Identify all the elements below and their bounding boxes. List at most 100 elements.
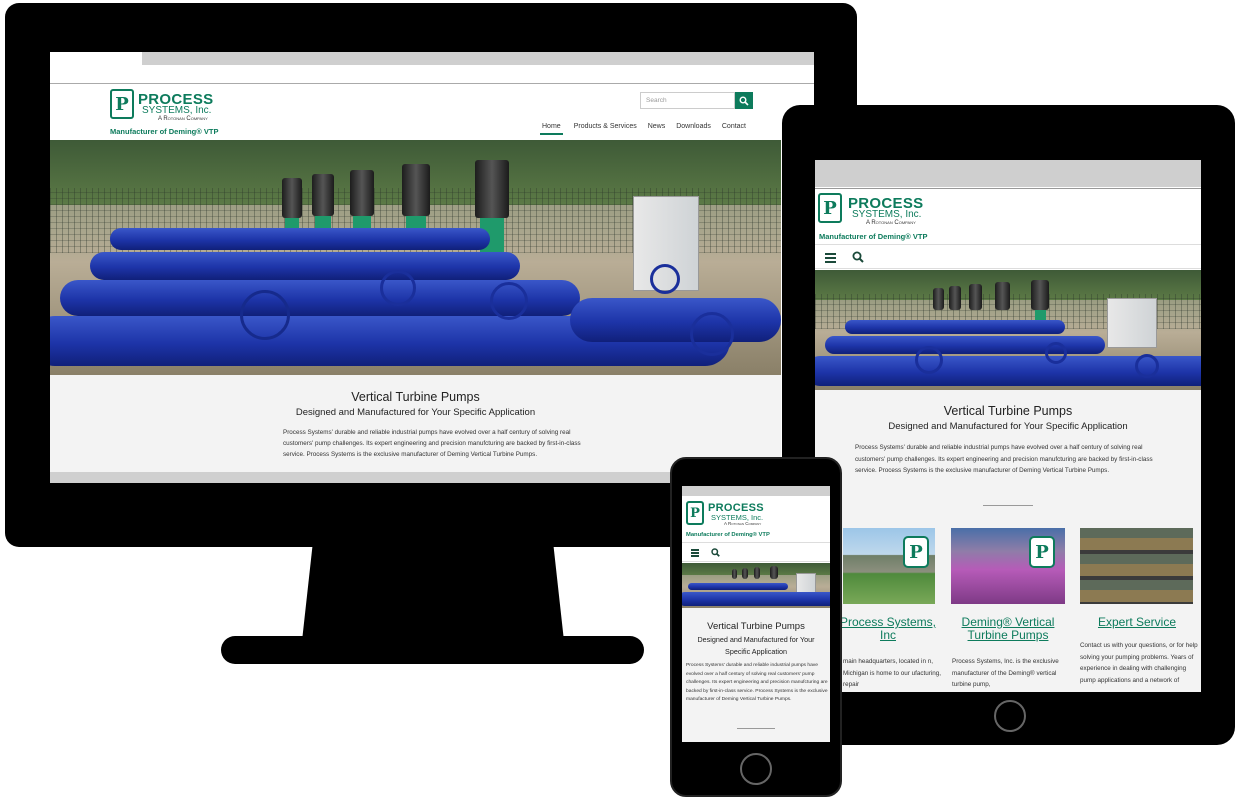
hero-pipe — [682, 592, 830, 606]
logo-mark-icon: P — [1029, 536, 1055, 568]
phone-hero-image — [682, 563, 830, 608]
nav-item-downloads[interactable]: Downloads — [676, 123, 711, 135]
tablet-browser-bar — [815, 160, 1201, 187]
search-icon[interactable] — [711, 548, 720, 557]
hero-valve-wheel — [1135, 354, 1159, 378]
hero-valve-wheel — [915, 346, 943, 374]
tile-text-service: Contact us with your questions, or for h… — [1080, 642, 1198, 684]
intro-title: Vertical Turbine Pumps — [707, 621, 805, 632]
tablet-tagline: Manufacturer of Deming® VTP — [819, 232, 928, 241]
hero-motor — [754, 567, 760, 579]
hero-valve-wheel — [490, 282, 528, 320]
monitor-stand-base — [221, 636, 644, 664]
nav-item-contact[interactable]: Contact — [722, 123, 746, 135]
tile-image-service[interactable] — [1080, 528, 1193, 604]
tablet-logo[interactable]: P PROCESS SYSTEMS, Inc. A Rotonan Compan… — [818, 192, 928, 228]
logo-word-3: A Rotonan Company — [724, 521, 762, 526]
monitor-stand-neck — [302, 546, 564, 641]
logo-word-2: SYSTEMS, Inc. — [852, 209, 922, 220]
hero-motor — [475, 160, 509, 218]
nav-item-home[interactable]: Home — [540, 123, 563, 135]
hero-motor — [995, 282, 1010, 310]
hero-pipe — [110, 228, 490, 250]
hero-motor — [742, 568, 748, 579]
phone-logo[interactable]: P PROCESS SYSTEMS, Inc. A Rotonan Compan… — [686, 500, 776, 530]
search-input[interactable]: Search — [640, 92, 735, 109]
tile-title-headquarters[interactable]: Process Systems, Inc — [833, 616, 943, 641]
nav-item-news[interactable]: News — [648, 123, 666, 135]
hero-motor — [949, 286, 961, 310]
hero-motor — [1031, 280, 1049, 310]
search-icon — [739, 96, 749, 106]
tile-title-pumps[interactable]: Deming® Vertical Turbine Pumps — [951, 616, 1065, 641]
tile-text-headquarters: main headquarters, located in n, Michiga… — [843, 658, 942, 688]
phone-home-button[interactable] — [740, 753, 772, 785]
logo[interactable]: P PROCESS SYSTEMS, Inc. A Rotonan Compan… — [110, 88, 220, 124]
hero-cabinet — [796, 573, 816, 593]
tile-image-pumps[interactable]: P — [951, 528, 1065, 604]
section-divider — [983, 505, 1033, 506]
logo-word-2: SYSTEMS, Inc. — [142, 105, 212, 116]
hero-valve-wheel — [690, 312, 734, 356]
search-icon[interactable] — [852, 251, 864, 263]
phone-browser-bar — [682, 486, 830, 496]
phone-screen: P PROCESS SYSTEMS, Inc. A Rotonan Compan… — [682, 486, 830, 742]
phone-nav-rule — [682, 542, 830, 543]
intro-subtitle: Designed and Manufactured for Your Speci… — [888, 421, 1128, 432]
section-divider — [737, 728, 775, 729]
browser-bar — [50, 52, 814, 65]
hero-cabinet — [1107, 298, 1157, 348]
hero-valve-wheel — [380, 270, 416, 306]
intro-body: Process Systems' durable and reliable in… — [283, 429, 581, 458]
hero-pipe — [688, 583, 788, 590]
hero-valve-wheel — [650, 264, 680, 294]
hero-pipe — [570, 298, 781, 342]
hamburger-menu-icon[interactable] — [825, 253, 836, 263]
hero-motor — [933, 288, 944, 310]
tablet-hero-image — [815, 270, 1201, 390]
tablet-nav-rule — [815, 244, 1201, 245]
hero-motor — [770, 566, 778, 579]
desktop-screen: P PROCESS SYSTEMS, Inc. A Rotonan Compan… — [50, 52, 814, 483]
hero-pipe — [90, 252, 520, 280]
hero-motor — [969, 284, 982, 310]
tablet-header-rule — [815, 188, 1201, 189]
intro-title: Vertical Turbine Pumps — [943, 404, 1073, 418]
browser-tab — [50, 52, 142, 65]
hero-motor — [282, 178, 302, 218]
search-button[interactable] — [735, 92, 753, 109]
tagline: Manufacturer of Deming® VTP — [110, 127, 219, 136]
hero-valve-wheel — [240, 290, 290, 340]
hero-image — [50, 140, 781, 375]
tablet-home-button[interactable] — [994, 700, 1026, 732]
intro-body: Process Systems' durable and reliable in… — [686, 663, 828, 702]
tile-text-pumps: Process Systems, Inc. is the exclusive m… — [952, 658, 1059, 688]
tile-title-service[interactable]: Expert Service — [1080, 616, 1194, 629]
hero-motor — [350, 170, 374, 216]
phone-tagline: Manufacturer of Deming® VTP — [686, 532, 770, 538]
intro-subtitle: Designed and Manufactured for Your Speci… — [295, 407, 536, 418]
hero-motor — [402, 164, 430, 216]
phone-nav-rule-2 — [682, 561, 830, 562]
header-rule — [50, 83, 814, 84]
hero-valve-wheel — [1045, 342, 1067, 364]
phone-intro-section: Vertical Turbine Pumps Designed and Manu… — [682, 608, 830, 742]
main-nav: Home Products & Services News Downloads … — [540, 123, 746, 135]
hero-pipe — [845, 320, 1065, 334]
tablet-nav-rule-2 — [815, 268, 1201, 269]
intro-subtitle: Designed and Manufactured for Your Speci… — [697, 635, 815, 656]
tablet-intro-section: Vertical Turbine Pumps Designed and Manu… — [815, 390, 1201, 692]
logo-word-3: A Rotonan Company — [866, 220, 916, 226]
tablet-screen: P PROCESS SYSTEMS, Inc. A Rotonan Compan… — [815, 160, 1201, 692]
logo-mark-icon: P — [686, 501, 704, 525]
hero-motor — [732, 569, 737, 579]
logo-mark-icon: P — [903, 536, 929, 568]
logo-mark-icon: P — [818, 193, 842, 223]
intro-title: Vertical Turbine Pumps — [351, 390, 480, 404]
tile-image-headquarters[interactable]: P — [843, 528, 935, 604]
logo-mark-icon: P — [110, 89, 134, 119]
hero-motor — [312, 174, 334, 216]
logo-word-3: A Rotonan Company — [158, 116, 208, 122]
hamburger-menu-icon[interactable] — [691, 549, 699, 557]
nav-item-products[interactable]: Products & Services — [574, 123, 637, 135]
